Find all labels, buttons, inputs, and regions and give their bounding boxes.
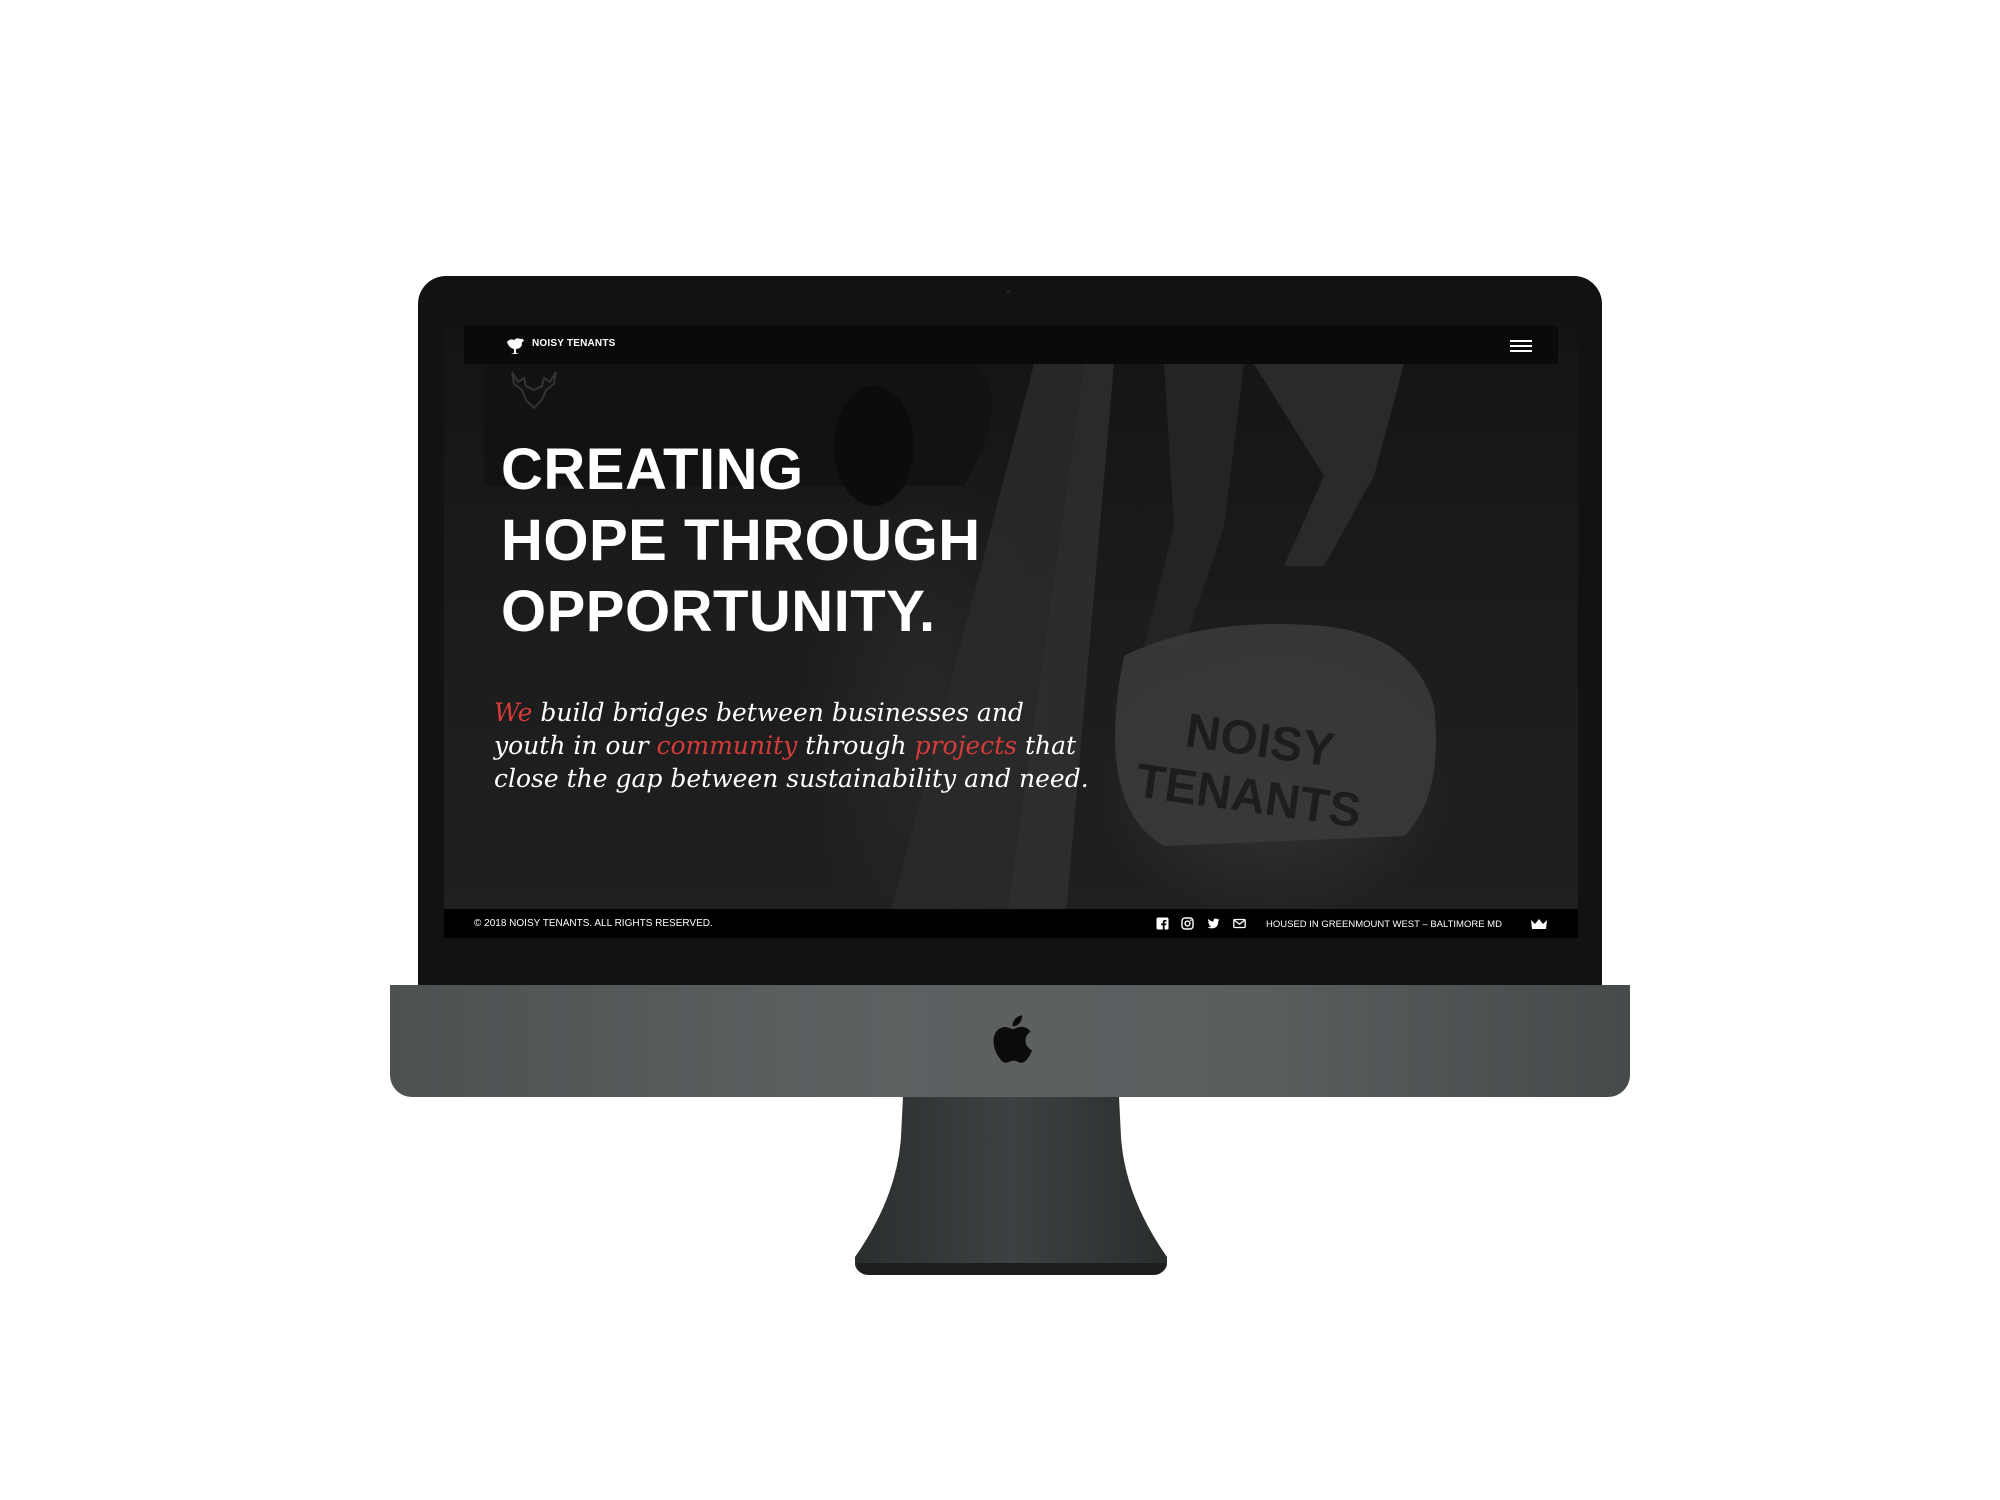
headline-line-2: HOPE THROUGH: [501, 508, 981, 573]
instagram-icon[interactable]: [1181, 917, 1194, 930]
hero-tagline: We build bridges between businesses and …: [494, 696, 1094, 795]
location-text: HOUSED IN GREENMOUNT WEST – BALTIMORE MD: [1266, 919, 1502, 930]
deer-head-icon: [511, 371, 557, 410]
brand-name[interactable]: NOISY TENANTS: [532, 338, 616, 349]
headline-line-3: OPPORTUNITY.: [501, 579, 936, 644]
site-footer: © 2018 NOISY TENANTS. ALL RIGHTS RESERVE…: [444, 909, 1578, 938]
apple-logo-icon: [993, 1015, 1033, 1063]
mockup-stage: NOISY TENANTS NOISY TENANTS CREATING HOP…: [0, 0, 2000, 1500]
hero-headline: CREATING HOPE THROUGH OPPORTUNITY.: [501, 434, 981, 647]
rooster-logo-icon[interactable]: [504, 336, 526, 356]
tagline-accent-projects: projects: [914, 731, 1017, 760]
email-icon[interactable]: [1233, 917, 1246, 930]
tagline-accent-we: We: [494, 698, 533, 727]
headline-line-1: CREATING: [501, 437, 804, 502]
top-navigation-bar: NOISY TENANTS: [464, 326, 1558, 364]
camera-dot: [1007, 290, 1010, 293]
imac-stand: [855, 1097, 1167, 1275]
hamburger-menu-icon[interactable]: [1510, 340, 1532, 354]
facebook-icon[interactable]: [1156, 917, 1169, 930]
copyright-text: © 2018 NOISY TENANTS. ALL RIGHTS RESERVE…: [474, 918, 713, 929]
website-screen: NOISY TENANTS NOISY TENANTS CREATING HOP…: [444, 326, 1578, 938]
twitter-icon[interactable]: [1207, 917, 1220, 930]
imac-chin: [390, 985, 1630, 1097]
crown-icon: [1531, 919, 1547, 929]
tagline-text-2: through: [797, 731, 915, 760]
tagline-accent-community: community: [656, 731, 798, 760]
